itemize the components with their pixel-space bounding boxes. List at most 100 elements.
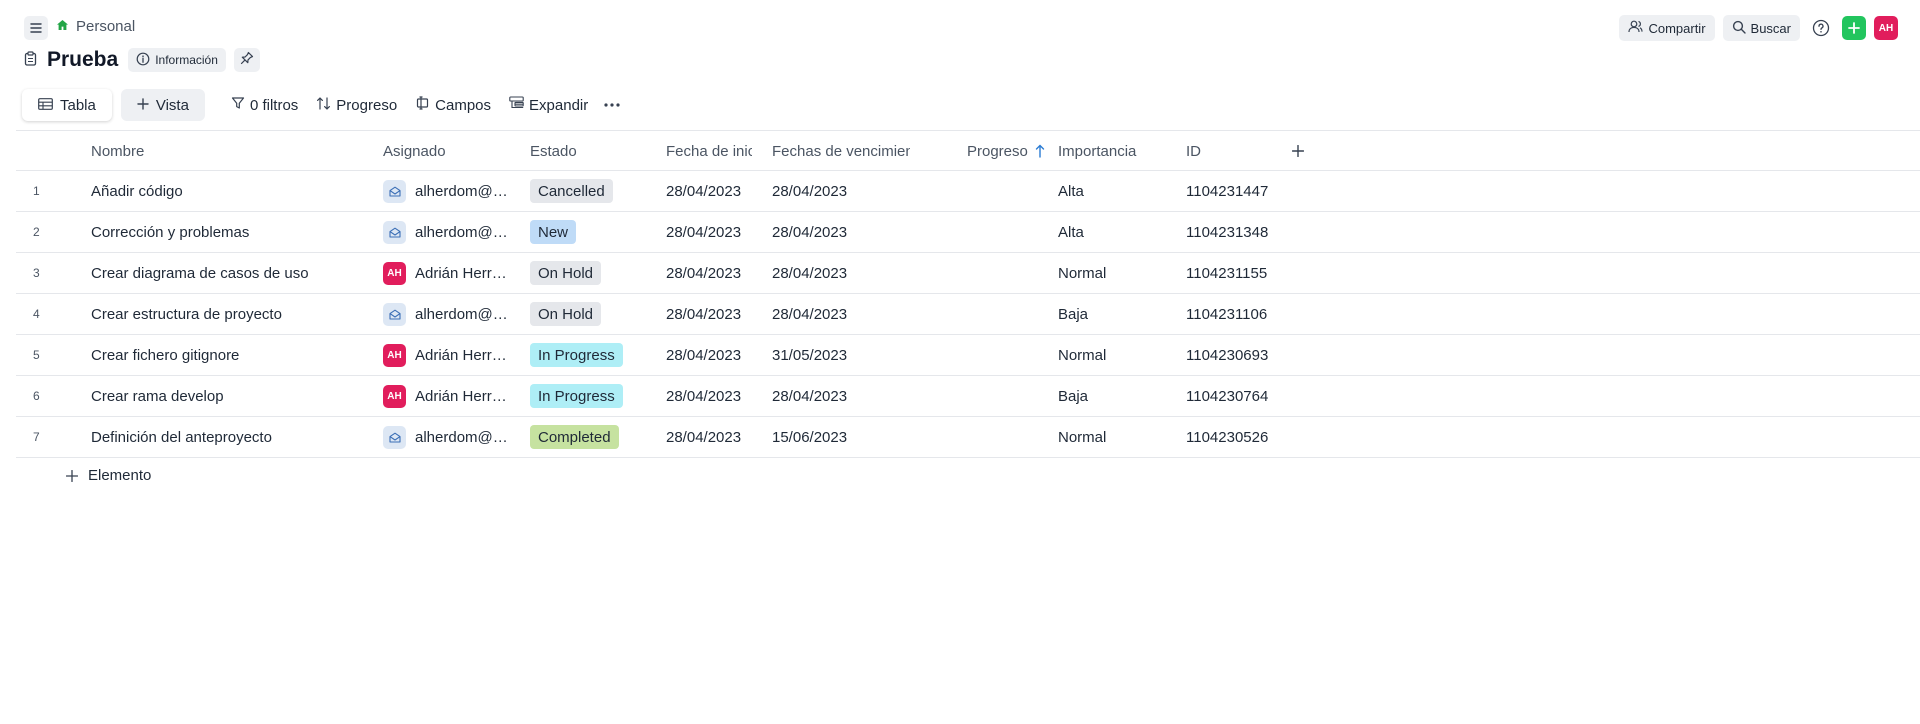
column-header-id[interactable]: ID bbox=[1186, 131, 1246, 171]
filter-button[interactable]: 0 filtros bbox=[231, 96, 298, 114]
table-row[interactable]: 3 Crear diagrama de casos de uso AH Adri… bbox=[16, 253, 1920, 294]
progress-cell[interactable] bbox=[967, 171, 1047, 211]
mail-icon bbox=[383, 179, 406, 203]
expand-button[interactable]: Expandir bbox=[509, 96, 588, 114]
table-row[interactable]: 7 Definición del anteproyecto alherdom@o… bbox=[16, 417, 1920, 458]
due-date[interactable]: 31/05/2023 bbox=[772, 335, 922, 375]
progress-cell[interactable] bbox=[967, 212, 1047, 252]
add-view-button[interactable]: Vista bbox=[120, 89, 205, 121]
status-cell[interactable]: Completed bbox=[530, 417, 655, 457]
start-date[interactable]: 28/04/2023 bbox=[666, 212, 761, 252]
id-cell: 1104230526 bbox=[1186, 428, 1269, 446]
item-name[interactable]: Crear fichero gitignore bbox=[91, 335, 371, 375]
info-icon bbox=[136, 52, 150, 69]
menu-icon[interactable] bbox=[24, 16, 48, 40]
assignee-cell[interactable]: alherdom@outlook.com bbox=[383, 294, 518, 334]
user-avatar[interactable]: AH bbox=[1874, 16, 1898, 40]
share-label: Compartir bbox=[1648, 20, 1706, 36]
table-row[interactable]: 4 Crear estructura de proyecto alherdom@… bbox=[16, 294, 1920, 335]
people-icon bbox=[1628, 20, 1644, 36]
row-number: 6 bbox=[33, 389, 40, 403]
progress-cell[interactable] bbox=[967, 335, 1047, 375]
column-header-status[interactable]: Estado bbox=[530, 131, 630, 171]
assignee-cell[interactable]: alherdom@outlook.com bbox=[383, 417, 518, 457]
item-name[interactable]: Corrección y problemas bbox=[91, 212, 371, 252]
importance-cell[interactable]: Alta bbox=[1058, 212, 1178, 252]
column-header-importance[interactable]: Importancia bbox=[1058, 131, 1178, 171]
title-row: Prueba Información bbox=[24, 48, 260, 72]
importance-cell[interactable]: Normal bbox=[1058, 417, 1178, 457]
status-cell[interactable]: Cancelled bbox=[530, 171, 655, 211]
importance-cell[interactable]: Baja bbox=[1058, 294, 1178, 334]
help-icon[interactable] bbox=[1808, 15, 1834, 41]
sort-icon bbox=[316, 96, 331, 115]
add-new-button[interactable] bbox=[1842, 16, 1866, 40]
status-cell[interactable]: On Hold bbox=[530, 294, 655, 334]
item-name[interactable]: Crear diagrama de casos de uso bbox=[91, 253, 371, 293]
start-date[interactable]: 28/04/2023 bbox=[666, 335, 761, 375]
filter-label: 0 filtros bbox=[249, 96, 299, 114]
table-row[interactable]: 5 Crear fichero gitignore AH Adrián Herr… bbox=[16, 335, 1920, 376]
assignee-cell[interactable]: AH Adrián Herrera bbox=[383, 376, 518, 416]
progress-cell[interactable] bbox=[967, 417, 1047, 457]
add-column-button[interactable] bbox=[1292, 131, 1312, 171]
due-date[interactable]: 28/04/2023 bbox=[772, 171, 922, 211]
column-header-assignee[interactable]: Asignado bbox=[383, 131, 483, 171]
table-row[interactable]: 1 Añadir código alherdom@outlook.com Can… bbox=[16, 171, 1920, 212]
status-badge: Completed bbox=[530, 425, 619, 449]
item-name[interactable]: Definición del anteproyecto bbox=[91, 417, 371, 457]
assignee-cell[interactable]: alherdom@outlook.com bbox=[383, 171, 518, 211]
top-actions: Compartir Buscar AH bbox=[1619, 15, 1898, 41]
status-cell[interactable]: On Hold bbox=[530, 253, 655, 293]
due-date[interactable]: 15/06/2023 bbox=[772, 417, 922, 457]
importance-cell[interactable]: Baja bbox=[1058, 376, 1178, 416]
add-view-label: Vista bbox=[155, 96, 189, 114]
start-date[interactable]: 28/04/2023 bbox=[666, 376, 761, 416]
due-date[interactable]: 28/04/2023 bbox=[772, 376, 922, 416]
share-button[interactable]: Compartir bbox=[1619, 15, 1715, 41]
fields-label: Campos bbox=[435, 96, 492, 114]
start-date[interactable]: 28/04/2023 bbox=[666, 294, 761, 334]
assignee-cell[interactable]: AH Adrián Herrera bbox=[383, 335, 518, 375]
table-row[interactable]: 2 Corrección y problemas alherdom@outloo… bbox=[16, 212, 1920, 253]
column-header-due[interactable]: Fechas de vencimiento bbox=[772, 131, 910, 171]
search-button[interactable]: Buscar bbox=[1722, 15, 1800, 41]
sort-button[interactable]: Progreso bbox=[316, 96, 397, 115]
assignee-cell[interactable]: AH Adrián Herrera bbox=[383, 253, 518, 293]
start-date[interactable]: 28/04/2023 bbox=[666, 253, 761, 293]
status-cell[interactable]: New bbox=[530, 212, 655, 252]
breadcrumb-workspace[interactable]: Personal bbox=[76, 18, 135, 35]
progress-cell[interactable] bbox=[967, 294, 1047, 334]
more-icon[interactable] bbox=[604, 103, 620, 107]
fields-button[interactable]: Campos bbox=[415, 96, 491, 114]
add-item-button[interactable]: Elemento bbox=[66, 467, 151, 484]
importance-cell[interactable]: Alta bbox=[1058, 171, 1178, 211]
item-name[interactable]: Crear rama develop bbox=[91, 376, 371, 416]
column-header-start[interactable]: Fecha de inicio bbox=[666, 131, 752, 171]
column-header-progress[interactable]: Progreso bbox=[967, 131, 1067, 171]
importance-cell[interactable]: Normal bbox=[1058, 335, 1178, 375]
breadcrumb[interactable]: Personal bbox=[56, 18, 135, 35]
due-date[interactable]: 28/04/2023 bbox=[772, 294, 922, 334]
item-name[interactable]: Añadir código bbox=[91, 171, 371, 211]
importance-cell[interactable]: Normal bbox=[1058, 253, 1178, 293]
mail-icon bbox=[383, 220, 406, 244]
item-name[interactable]: Crear estructura de proyecto bbox=[91, 294, 371, 334]
tab-table[interactable]: Tabla bbox=[22, 89, 112, 121]
start-date[interactable]: 28/04/2023 bbox=[666, 417, 761, 457]
status-badge: On Hold bbox=[530, 302, 602, 326]
id-cell: 1104231348 bbox=[1186, 223, 1269, 241]
sort-ascending-icon bbox=[1035, 144, 1045, 158]
due-date[interactable]: 28/04/2023 bbox=[772, 253, 922, 293]
start-date[interactable]: 28/04/2023 bbox=[666, 171, 761, 211]
progress-cell[interactable] bbox=[967, 253, 1047, 293]
due-date[interactable]: 28/04/2023 bbox=[772, 212, 922, 252]
pin-button[interactable] bbox=[233, 48, 260, 72]
info-button[interactable]: Información bbox=[128, 48, 226, 72]
progress-cell[interactable] bbox=[967, 376, 1047, 416]
table-row[interactable]: 6 Crear rama develop AH Adrián Herrera I… bbox=[16, 376, 1920, 417]
status-cell[interactable]: In Progress bbox=[530, 376, 655, 416]
assignee-cell[interactable]: alherdom@outlook.com bbox=[383, 212, 518, 252]
status-cell[interactable]: In Progress bbox=[530, 335, 655, 375]
column-header-name[interactable]: Nombre bbox=[91, 131, 291, 171]
